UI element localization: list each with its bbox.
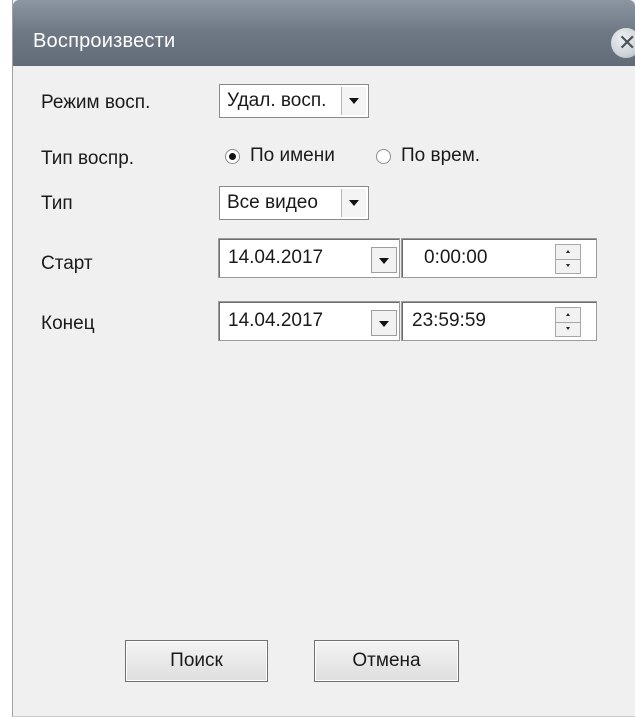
search-button[interactable]: Поиск: [125, 640, 268, 682]
close-button[interactable]: ✕: [611, 28, 635, 58]
start-time-field[interactable]: 0:00:00: [401, 238, 597, 278]
spin-up-icon[interactable]: [556, 308, 580, 323]
start-time-value: 0:00:00: [424, 247, 488, 268]
end-time-field[interactable]: 23:59:59: [401, 301, 597, 341]
playback-mode-label: Режим восп.: [41, 92, 151, 113]
radio-by-name-label[interactable]: По имени: [250, 145, 335, 167]
window-title: Воспроизвести: [33, 30, 176, 52]
playback-type-label: Тип воспр.: [41, 148, 135, 169]
spin-up-icon[interactable]: [556, 245, 580, 260]
radio-by-name[interactable]: [225, 149, 240, 164]
end-date-value: 14.04.2017: [228, 310, 324, 331]
start-time-spinner[interactable]: [555, 244, 581, 274]
chevron-down-icon[interactable]: [341, 189, 366, 217]
chevron-down-icon[interactable]: [371, 247, 397, 273]
radio-by-time-label[interactable]: По врем.: [401, 145, 480, 167]
chevron-down-icon[interactable]: [371, 310, 397, 336]
start-date-value: 14.04.2017: [228, 247, 324, 268]
cancel-button[interactable]: Отмена: [314, 640, 459, 682]
close-icon: ✕: [618, 30, 635, 55]
end-label: Конец: [41, 313, 95, 334]
end-time-spinner[interactable]: [555, 307, 581, 337]
playback-mode-value: Удал. восп.: [227, 90, 327, 111]
end-time-value: 23:59:59: [412, 310, 486, 331]
end-date-picker[interactable]: 14.04.2017: [218, 301, 400, 341]
spin-down-icon[interactable]: [556, 259, 580, 273]
radio-by-time[interactable]: [376, 149, 391, 164]
type-label: Тип: [41, 193, 73, 214]
start-date-picker[interactable]: 14.04.2017: [218, 238, 400, 278]
playback-mode-select[interactable]: Удал. восп.: [219, 84, 369, 118]
spin-down-icon[interactable]: [556, 322, 580, 336]
playback-dialog: Воспроизвести ✕ Режим восп. Удал. восп. …: [12, 0, 635, 717]
type-value: Все видео: [227, 192, 318, 213]
start-label: Старт: [41, 253, 93, 274]
type-select[interactable]: Все видео: [219, 186, 369, 220]
title-bar: Воспроизвести ✕: [13, 0, 635, 66]
chevron-down-icon[interactable]: [341, 87, 366, 115]
